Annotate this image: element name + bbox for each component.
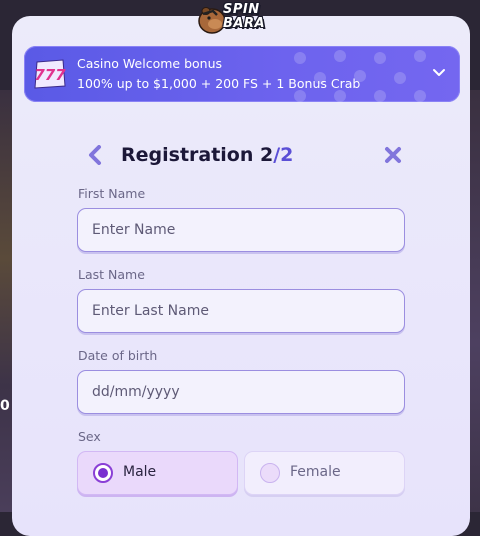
background-edge-text: 0 [0,398,10,414]
last-name-label: Last Name [78,267,145,282]
close-icon[interactable] [384,146,402,164]
sex-option-label: Male [123,464,157,480]
sex-option-male[interactable]: Male [77,451,238,495]
dob-input[interactable] [77,370,405,414]
sex-option-label: Female [290,464,341,480]
step-count: /2 [273,144,294,166]
dob-label: Date of birth [78,348,158,363]
bonus-title: Casino Welcome bonus [77,56,223,71]
background-left-edge [0,90,12,512]
radio-selected-icon[interactable] [93,463,113,483]
radio-unselected-icon[interactable] [260,463,280,483]
first-name-input[interactable] [77,208,405,252]
logo-wordmark: SPIN BARA [223,2,266,31]
sex-option-female[interactable]: Female [244,451,405,495]
background-right-edge [470,90,480,512]
slot-777-icon: 777 [34,59,66,89]
page-title: Registration 2/2 [121,144,294,166]
last-name-input[interactable] [77,289,405,333]
spinbara-logo: SPIN BARA [197,2,289,36]
registration-header: Registration 2/2 [88,142,408,170]
first-name-label: First Name [78,186,146,201]
sex-label: Sex [78,429,101,444]
banner-pattern [294,50,426,102]
welcome-bonus-banner[interactable]: 777 Casino Welcome bonus 100% up to $1,0… [24,46,460,102]
chevron-down-icon[interactable] [432,66,446,80]
bonus-offer: 100% up to $1,000 + 200 FS + 1 Bonus Cra… [77,76,361,91]
svg-text:777: 777 [34,66,66,84]
chevron-left-icon[interactable] [88,145,102,165]
